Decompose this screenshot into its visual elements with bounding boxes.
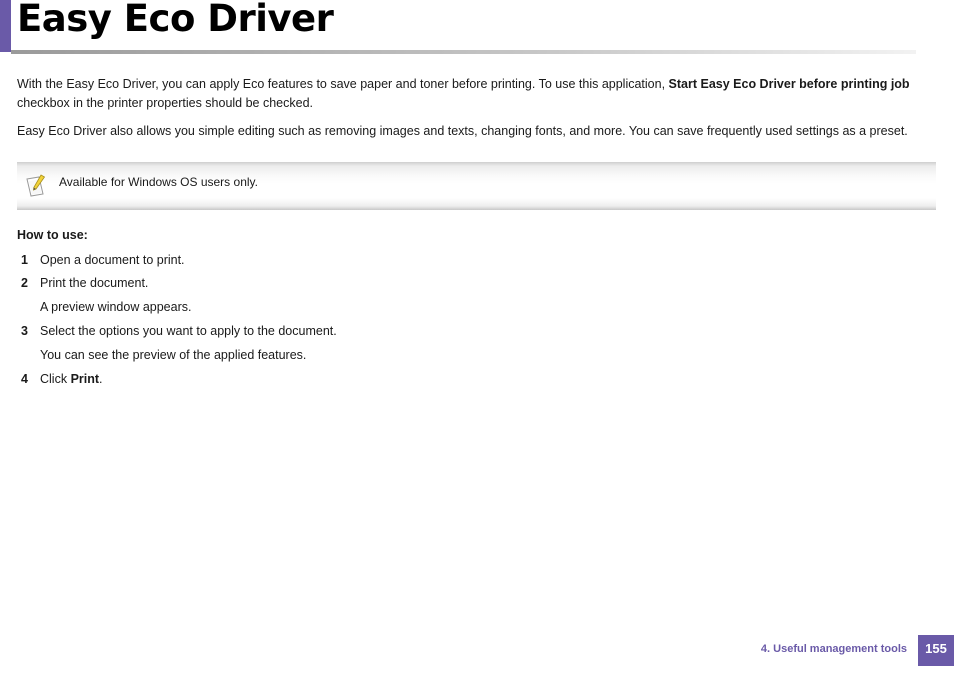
footer-chapter-label: 4. Useful management tools (760, 643, 907, 655)
step-text: Open a document to print. (40, 253, 185, 267)
step-number: 2 (21, 276, 28, 290)
intro-paragraph-2: Easy Eco Driver also allows you simple e… (17, 124, 908, 138)
intro-text: With the Easy Eco Driver, you can apply … (17, 77, 669, 91)
note-box: Available for Windows OS users only. (17, 162, 936, 210)
step-text: Print the document. (40, 276, 149, 290)
title-divider (11, 50, 916, 54)
title-accent-bar (0, 0, 11, 52)
intro-text-end: checkbox in the printer properties shoul… (17, 96, 314, 110)
step-result-text: A preview window appears. (40, 300, 192, 314)
print-option-label: Print (70, 372, 100, 386)
note-text: Available for Windows OS users only. (59, 175, 258, 189)
page-title: Easy Eco Driver (17, 0, 334, 40)
step-number: 3 (21, 324, 28, 338)
step-number: 1 (21, 253, 28, 267)
step-result-text: You can see the preview of the applied f… (40, 348, 307, 362)
step-text: Select the options you want to apply to … (40, 324, 337, 338)
intro-bold-option: Start Easy Eco Driver before printing jo… (668, 77, 910, 91)
intro-paragraph-1: With the Easy Eco Driver, you can apply … (17, 75, 927, 113)
step-text: Click Print. (40, 372, 103, 386)
step-text-start: Click (40, 372, 71, 386)
page-number-badge: 155 (918, 635, 954, 666)
note-pencil-icon (25, 174, 47, 198)
step-number: 4 (21, 372, 28, 386)
how-to-heading: How to use: (17, 228, 88, 242)
step-text-end: . (99, 372, 103, 386)
